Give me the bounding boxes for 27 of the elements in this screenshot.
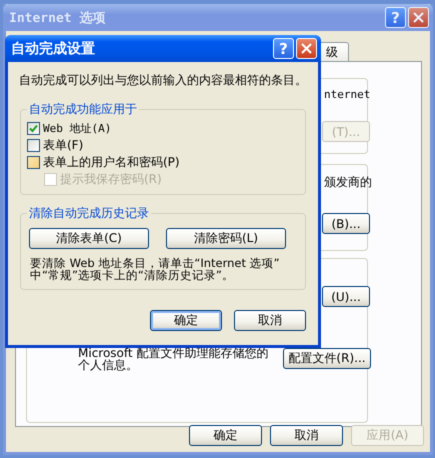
checkbox[interactable]: [27, 139, 40, 152]
clear-button[interactable]: 清除表单(C): [29, 228, 149, 249]
window-title: Internet 选项: [9, 10, 106, 26]
dialog-title: 自动完成设置: [11, 40, 96, 58]
label-text: 颁发商的: [324, 174, 372, 191]
close-icon: [301, 43, 312, 54]
checkbox[interactable]: [27, 156, 40, 169]
checkbox[interactable]: [27, 122, 40, 135]
clear-button[interactable]: 清除密码(L): [166, 228, 286, 249]
settings-button[interactable]: (U)...: [322, 286, 370, 307]
help-button[interactable]: ?: [273, 38, 294, 59]
dialog-button[interactable]: 取消: [270, 425, 343, 446]
settings-button[interactable]: (B)...: [322, 213, 370, 234]
profile-button[interactable]: 配置文件(R)...: [283, 348, 371, 369]
group-title: 清除自动完成历史记录: [28, 205, 150, 222]
dialog-button[interactable]: 取消: [234, 310, 306, 331]
dialog-button[interactable]: 确定: [189, 425, 262, 446]
group-title: 自动完成功能应用于: [28, 101, 138, 118]
close-icon: [413, 12, 424, 23]
note-text: 要清除 Web 地址条目，请单击“Internet 选项” 中“常规”选项卡上的“清除历史记录”。: [30, 257, 281, 281]
description-text: 自动完成可以列出与您以前输入的内容最相符的条目。: [19, 72, 308, 89]
checkbox-option[interactable]: 表单上的用户名和密码(P): [27, 154, 299, 171]
dialog-button[interactable]: 确定: [150, 310, 222, 331]
checkbox-option[interactable]: Web 地址(A): [27, 120, 299, 137]
close-button[interactable]: [296, 38, 317, 59]
label-text: nternet: [324, 88, 370, 101]
checkbox-option[interactable]: 表单(F): [27, 137, 299, 154]
